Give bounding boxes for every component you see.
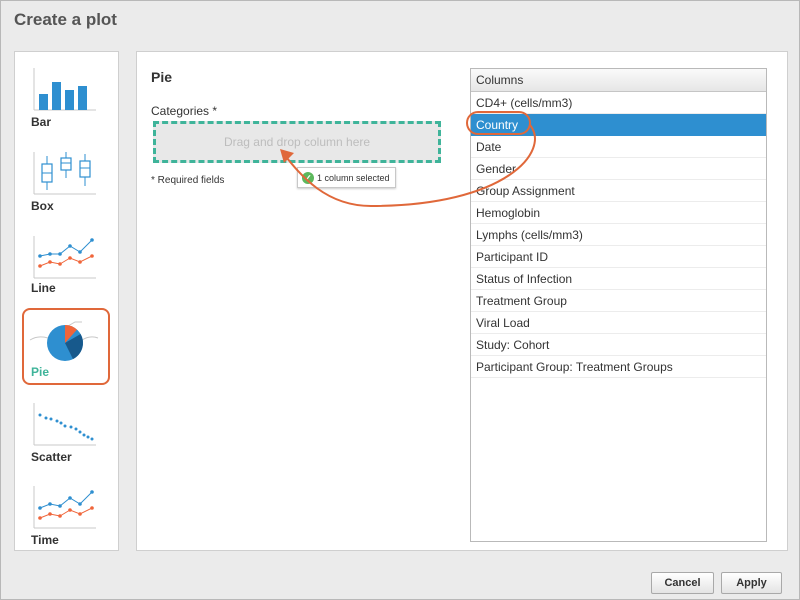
box-plot-icon bbox=[33, 152, 96, 195]
cancel-button[interactable]: Cancel bbox=[651, 572, 714, 594]
line-chart-icon bbox=[33, 236, 96, 279]
plot-type-panel: Bar Box Line Pie Scatter Time bbox=[14, 51, 119, 551]
plot-type-bar[interactable]: Bar bbox=[22, 64, 110, 136]
column-item[interactable]: Treatment Group bbox=[471, 290, 766, 312]
plot-type-label: Time bbox=[31, 533, 59, 547]
column-item[interactable]: Group Assignment bbox=[471, 180, 766, 202]
columns-list: Columns CD4+ (cells/mm3) Country Date Ge… bbox=[470, 68, 767, 542]
plot-type-line[interactable]: Line bbox=[22, 232, 110, 304]
columns-header: Columns bbox=[471, 69, 766, 92]
column-item[interactable]: CD4+ (cells/mm3) bbox=[471, 92, 766, 114]
plot-config-panel: Pie Categories * Drag and drop column he… bbox=[136, 51, 788, 551]
plot-type-label: Scatter bbox=[31, 450, 72, 464]
column-item[interactable]: Study: Cohort bbox=[471, 334, 766, 356]
column-item-selected[interactable]: Country bbox=[471, 114, 766, 136]
categories-label: Categories * bbox=[151, 104, 218, 118]
create-plot-dialog: Create a plot Bar Box Line Pie Scatter T… bbox=[0, 0, 800, 600]
column-item[interactable]: Gender bbox=[471, 158, 766, 180]
column-item[interactable]: Lymphs (cells/mm3) bbox=[471, 224, 766, 246]
plot-type-scatter[interactable]: Scatter bbox=[22, 399, 110, 471]
plot-type-time[interactable]: Time bbox=[22, 482, 110, 554]
plot-type-label: Bar bbox=[31, 115, 52, 129]
column-item[interactable]: Participant Group: Treatment Groups bbox=[471, 356, 766, 378]
categories-drop-zone[interactable]: Drag and drop column here bbox=[153, 121, 441, 163]
plot-type-label: Line bbox=[31, 281, 56, 295]
bar-chart-icon bbox=[33, 68, 96, 111]
column-item[interactable]: Viral Load bbox=[471, 312, 766, 334]
column-item[interactable]: Status of Infection bbox=[471, 268, 766, 290]
plot-type-label: Box bbox=[31, 199, 54, 213]
plot-type-label: Pie bbox=[31, 365, 50, 379]
plot-type-pie[interactable]: Pie bbox=[22, 308, 110, 385]
required-fields-note: * Required fields bbox=[151, 175, 225, 186]
drag-tooltip: ✓ 1 column selected bbox=[297, 167, 396, 188]
column-item[interactable]: Hemoglobin bbox=[471, 202, 766, 224]
column-item[interactable]: Participant ID bbox=[471, 246, 766, 268]
scatter-plot-icon bbox=[33, 403, 96, 446]
plot-type-box[interactable]: Box bbox=[22, 148, 110, 220]
chart-type-heading: Pie bbox=[151, 69, 173, 85]
drop-zone-placeholder: Drag and drop column here bbox=[223, 135, 371, 149]
check-icon: ✓ bbox=[302, 171, 314, 184]
dialog-title: Create a plot bbox=[14, 10, 117, 29]
apply-button[interactable]: Apply bbox=[721, 572, 782, 594]
time-chart-icon bbox=[33, 486, 96, 529]
column-item[interactable]: Date bbox=[471, 136, 766, 158]
drag-tooltip-text: 1 column selected bbox=[317, 172, 390, 183]
pie-chart-icon bbox=[29, 321, 99, 361]
